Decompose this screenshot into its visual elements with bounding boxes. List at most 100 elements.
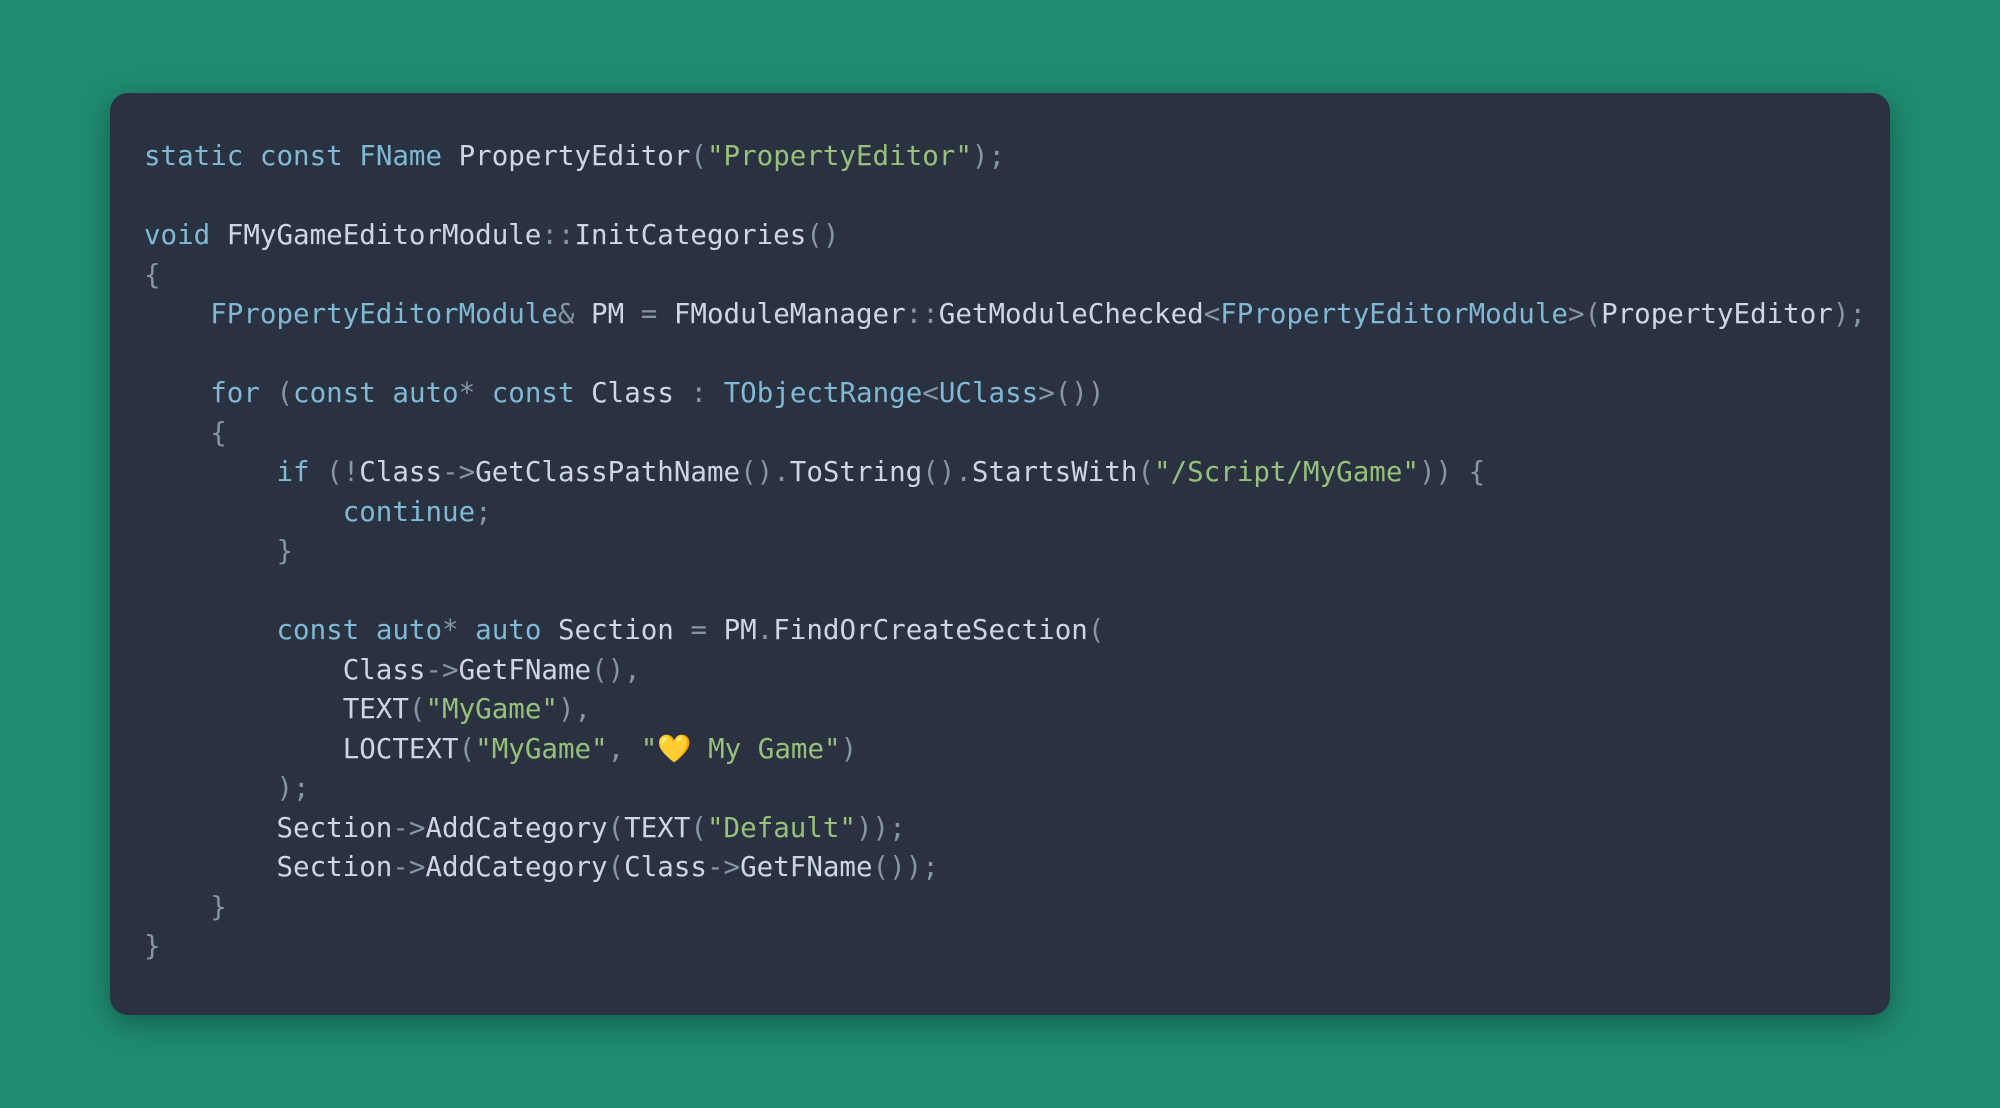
id-propertyeditor: PropertyEditor <box>459 140 691 172</box>
id-class: Class <box>343 654 426 686</box>
code-card: static const FName PropertyEditor("Prope… <box>110 93 1890 1015</box>
paren-open: ( <box>1585 298 1602 330</box>
op-gt: > <box>1568 298 1585 330</box>
kw-const: const <box>276 614 359 646</box>
op-star: * <box>442 614 459 646</box>
fn-findorcreatesection: FindOrCreateSection <box>773 614 1088 646</box>
paren-open: ( <box>608 812 625 844</box>
kw-const: const <box>260 140 343 172</box>
paren-open: ( <box>690 140 707 172</box>
type-uclass: UClass <box>939 377 1038 409</box>
id-class: Class <box>591 377 674 409</box>
fn-initcategories: InitCategories <box>575 219 807 251</box>
id-propertyeditor-arg: PropertyEditor <box>1601 298 1833 330</box>
kw-for: for <box>210 377 260 409</box>
op-colon: : <box>690 377 707 409</box>
paren-open: ( <box>276 377 293 409</box>
id-class: Class <box>359 456 442 488</box>
type-tobjectrange: TObjectRange <box>724 377 923 409</box>
op-lt: < <box>1204 298 1221 330</box>
paren-open: ( <box>690 812 707 844</box>
str-propertyeditor: "PropertyEditor" <box>707 140 972 172</box>
id-section: Section <box>276 851 392 883</box>
paren-open: ( <box>1137 456 1154 488</box>
code-block: static const FName PropertyEditor("Prope… <box>144 137 1856 967</box>
heart-icon: 💛 <box>657 733 691 765</box>
op-star: * <box>459 377 476 409</box>
paren-close-semi: ); <box>276 772 309 804</box>
type-fpropertyeditormodule: FPropertyEditorModule <box>210 298 558 330</box>
paren-open: ( <box>459 733 476 765</box>
brace-open: { <box>210 417 227 449</box>
type-fpropertyeditormodule2: FPropertyEditorModule <box>1220 298 1568 330</box>
brace-close: } <box>210 891 227 923</box>
parens-close-semi: ()); <box>873 851 939 883</box>
fn-getfname: GetFName <box>459 654 591 686</box>
str-mygame: "MyGame" <box>425 693 557 725</box>
op-lt: < <box>922 377 939 409</box>
paren-close-comma: ), <box>558 693 591 725</box>
id-pm: PM <box>591 298 624 330</box>
id-class-name: FMyGameEditorModule <box>227 219 542 251</box>
brace-close: } <box>276 535 293 567</box>
str-default: "Default" <box>707 812 856 844</box>
op-arrow: -> <box>425 654 458 686</box>
op-semi: ; <box>475 496 492 528</box>
op-scope: :: <box>541 219 574 251</box>
op-assign: = <box>690 614 707 646</box>
parens-dot: (). <box>922 456 972 488</box>
kw-continue: continue <box>343 496 475 528</box>
op-dot: . <box>757 614 774 646</box>
kw-auto: auto <box>376 614 442 646</box>
paren-close: ) <box>841 733 858 765</box>
paren-open: ( <box>409 693 426 725</box>
parens-comma: (), <box>591 654 641 686</box>
parens-dot: (). <box>740 456 790 488</box>
op-arrow: -> <box>707 851 740 883</box>
fn-loctext-macro: LOCTEXT <box>343 733 459 765</box>
fn-getclasspathname: GetClassPathName <box>475 456 740 488</box>
id-section: Section <box>558 614 674 646</box>
kw-auto: auto <box>392 377 458 409</box>
fn-getmodulechecked: GetModuleChecked <box>939 298 1204 330</box>
op-arrow: -> <box>392 812 425 844</box>
op-ref: & <box>558 298 575 330</box>
op-comma: , <box>608 733 641 765</box>
stage: static const FName PropertyEditor("Prope… <box>0 0 2000 1108</box>
kw-static: static <box>144 140 243 172</box>
paren-close-semi: ); <box>1833 298 1866 330</box>
paren-close-semi: ); <box>972 140 1005 172</box>
str-scriptpath: "/Script/MyGame" <box>1154 456 1419 488</box>
paren-open: ( <box>608 851 625 883</box>
fn-addcategory: AddCategory <box>425 851 607 883</box>
type-fname: FName <box>359 140 442 172</box>
fn-addcategory: AddCategory <box>425 812 607 844</box>
op-arrow: -> <box>442 456 475 488</box>
fn-startswith: StartsWith <box>972 456 1138 488</box>
id-class: Class <box>624 851 707 883</box>
parens-empty: ()) <box>1055 377 1105 409</box>
id-section: Section <box>276 812 392 844</box>
parens-close-semi: )); <box>856 812 906 844</box>
kw-void: void <box>144 219 210 251</box>
fn-text-macro: TEXT <box>624 812 690 844</box>
str-loctext-open: " <box>641 733 658 765</box>
parens-empty: () <box>806 219 839 251</box>
fn-tostring: ToString <box>790 456 922 488</box>
str-loctext-key: "MyGame" <box>475 733 607 765</box>
kw-const: const <box>492 377 575 409</box>
brace-open: { <box>144 259 161 291</box>
op-gt: > <box>1038 377 1055 409</box>
id-pm: PM <box>724 614 757 646</box>
fn-text-macro: TEXT <box>343 693 409 725</box>
id-fmodulemanager: FModuleManager <box>674 298 906 330</box>
op-arrow: -> <box>392 851 425 883</box>
kw-auto: auto <box>475 614 541 646</box>
op-assign: = <box>641 298 658 330</box>
paren-open: ( <box>1088 614 1105 646</box>
fn-getfname: GetFName <box>740 851 872 883</box>
kw-if: if <box>276 456 309 488</box>
brace-close: } <box>144 930 161 962</box>
op-scope: :: <box>906 298 939 330</box>
kw-const: const <box>293 377 376 409</box>
